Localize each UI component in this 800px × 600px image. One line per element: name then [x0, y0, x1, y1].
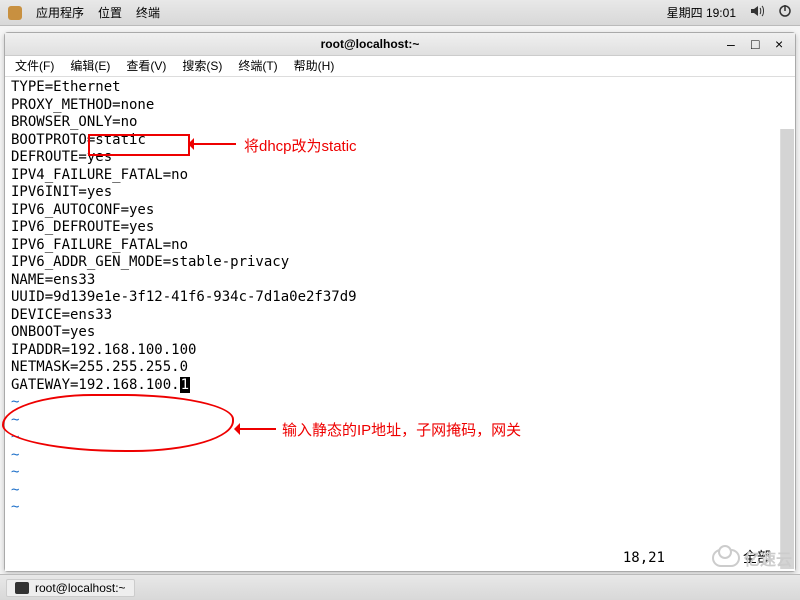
taskbar-app-label: root@localhost:~	[35, 581, 126, 595]
cfg-line: IPV6INIT=yes	[11, 184, 112, 200]
close-button[interactable]: ×	[775, 38, 787, 50]
vim-cursor-position: 18,21	[623, 550, 665, 568]
scrollbar-thumb[interactable]	[781, 129, 794, 569]
window-titlebar[interactable]: root@localhost:~ – □ ×	[5, 33, 795, 56]
scrollbar[interactable]	[780, 129, 794, 569]
cfg-line: ONBOOT=yes	[11, 324, 95, 340]
cfg-line: UUID=9d139e1e-3f12-41f6-934c-7d1a0e2f37d…	[11, 289, 357, 305]
terminal-icon	[15, 582, 29, 594]
taskbar-app-terminal[interactable]: root@localhost:~	[6, 579, 135, 597]
cursor: 1	[180, 377, 190, 393]
cfg-line: IPV6_ADDR_GEN_MODE=stable-privacy	[11, 254, 289, 270]
cfg-line: IPV6_AUTOCONF=yes	[11, 202, 154, 218]
terminal-window: root@localhost:~ – □ × 文件(F) 编辑(E) 查看(V)…	[4, 32, 796, 572]
menu-edit[interactable]: 编辑(E)	[70, 57, 110, 74]
menu-search[interactable]: 搜索(S)	[182, 57, 222, 74]
cfg-line: BROWSER_ONLY=no	[11, 114, 137, 130]
annotation-text-static: 将dhcp改为static	[244, 135, 357, 156]
cfg-line: BOOTPROTO=static	[11, 132, 146, 148]
vim-tilde: ~	[11, 447, 19, 463]
power-icon[interactable]	[778, 4, 792, 21]
gnome-bottom-panel: root@localhost:~	[0, 574, 800, 600]
gnome-top-panel: 应用程序 位置 终端 星期四 19:01	[0, 0, 800, 26]
menu-file[interactable]: 文件(F)	[15, 57, 54, 74]
menu-applications[interactable]: 应用程序	[36, 4, 84, 21]
annotation-text-ip: 输入静态的IP地址，子网掩码，网关	[282, 419, 521, 440]
vim-tilde: ~	[11, 464, 19, 480]
terminal-content[interactable]: TYPE=Ethernet PROXY_METHOD=none BROWSER_…	[5, 77, 795, 571]
menu-view[interactable]: 查看(V)	[126, 57, 166, 74]
cfg-line: IPV6_FAILURE_FATAL=no	[11, 237, 188, 253]
vim-tilde: ~	[11, 394, 19, 410]
cloud-icon	[712, 549, 740, 567]
window-title: root@localhost:~	[13, 37, 727, 51]
cfg-line: IPV6_DEFROUTE=yes	[11, 219, 154, 235]
menu-places[interactable]: 位置	[98, 4, 122, 21]
vim-tilde: ~	[11, 412, 19, 428]
cfg-line: PROXY_METHOD=none	[11, 97, 154, 113]
menu-terminal[interactable]: 终端	[136, 4, 160, 21]
cfg-line: NETMASK=255.255.255.0	[11, 359, 188, 375]
minimize-button[interactable]: –	[727, 38, 739, 50]
cfg-line: DEFROUTE=yes	[11, 149, 112, 165]
cfg-line: IPV4_FAILURE_FATAL=no	[11, 167, 188, 183]
vim-tilde: ~	[11, 429, 19, 445]
cfg-line: GATEWAY=192.168.100.1	[11, 377, 190, 393]
volume-icon[interactable]	[750, 4, 764, 21]
cfg-line: TYPE=Ethernet	[11, 79, 121, 95]
vim-tilde: ~	[11, 499, 19, 515]
watermark: 亿速云	[712, 546, 792, 570]
annotation-arrow-icon	[190, 143, 236, 145]
annotation-arrow-icon	[236, 428, 276, 430]
clock[interactable]: 星期四 19:01	[667, 4, 736, 21]
cfg-line: NAME=ens33	[11, 272, 95, 288]
cfg-line: IPADDR=192.168.100.100	[11, 342, 196, 358]
maximize-button[interactable]: □	[751, 38, 763, 50]
terminal-menubar: 文件(F) 编辑(E) 查看(V) 搜索(S) 终端(T) 帮助(H)	[5, 56, 795, 77]
menu-terminal[interactable]: 终端(T)	[238, 57, 277, 74]
vim-tilde: ~	[11, 482, 19, 498]
menu-help[interactable]: 帮助(H)	[294, 57, 335, 74]
distro-foot-icon	[8, 6, 22, 20]
cfg-line: DEVICE=ens33	[11, 307, 112, 323]
